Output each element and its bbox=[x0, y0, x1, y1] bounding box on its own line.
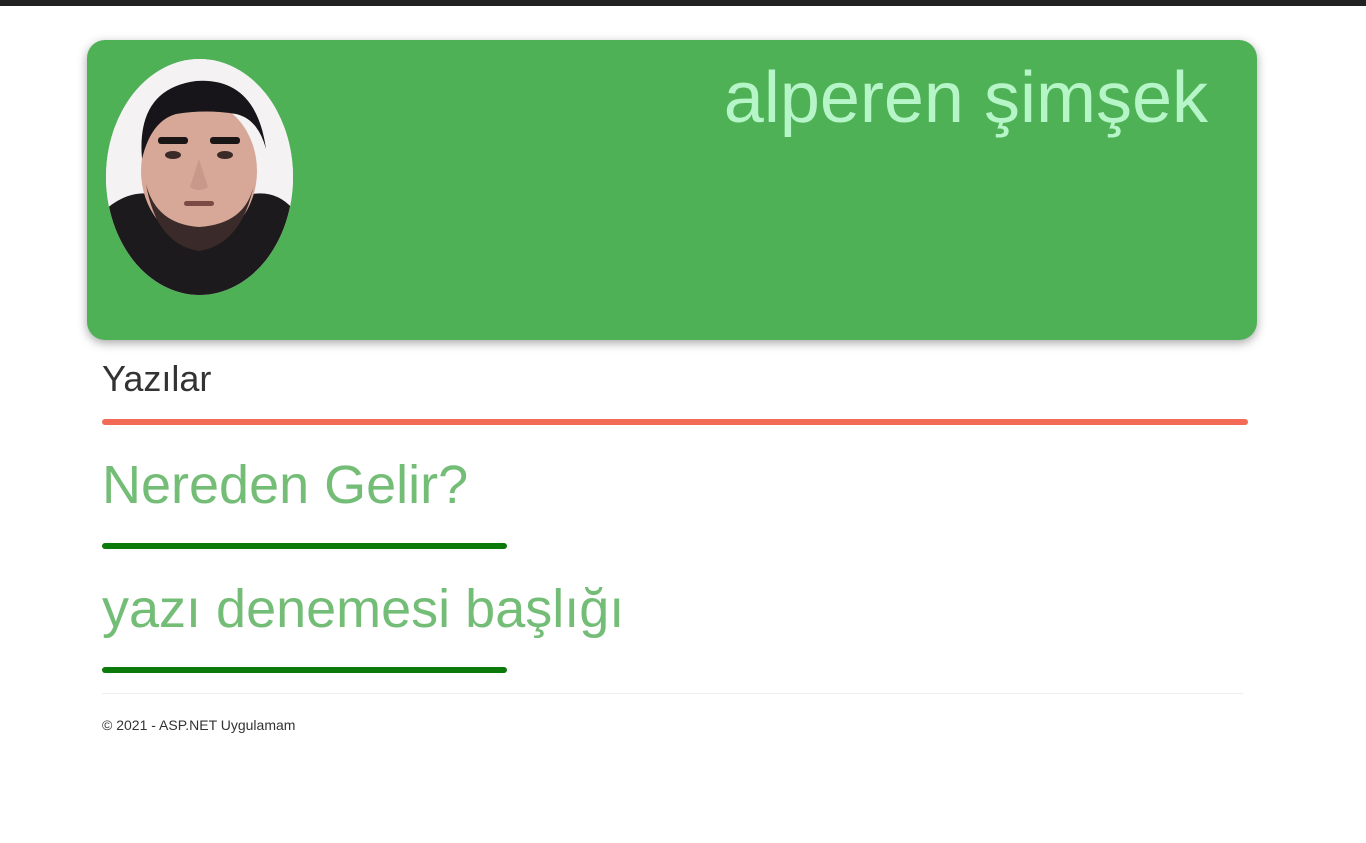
avatar bbox=[106, 59, 293, 295]
section-divider bbox=[102, 419, 1248, 425]
post-underline bbox=[102, 543, 507, 549]
post-title-link[interactable]: Nereden Gelir? bbox=[102, 455, 468, 515]
post-underline bbox=[102, 667, 507, 673]
footer-copyright: © 2021 - ASP.NET Uygulamam bbox=[102, 717, 296, 733]
footer-divider bbox=[102, 693, 1243, 694]
post-item: yazı denemesi başlığı bbox=[102, 579, 624, 673]
avatar-photo bbox=[106, 59, 293, 295]
header-name: alperen şimşek bbox=[723, 58, 1208, 138]
post-title-link[interactable]: yazı denemesi başlığı bbox=[102, 579, 624, 639]
section-title: Yazılar bbox=[102, 358, 212, 399]
browser-top-bar bbox=[0, 0, 1366, 6]
post-item: Nereden Gelir? bbox=[102, 455, 507, 549]
profile-header: alperen şimşek bbox=[87, 40, 1257, 340]
